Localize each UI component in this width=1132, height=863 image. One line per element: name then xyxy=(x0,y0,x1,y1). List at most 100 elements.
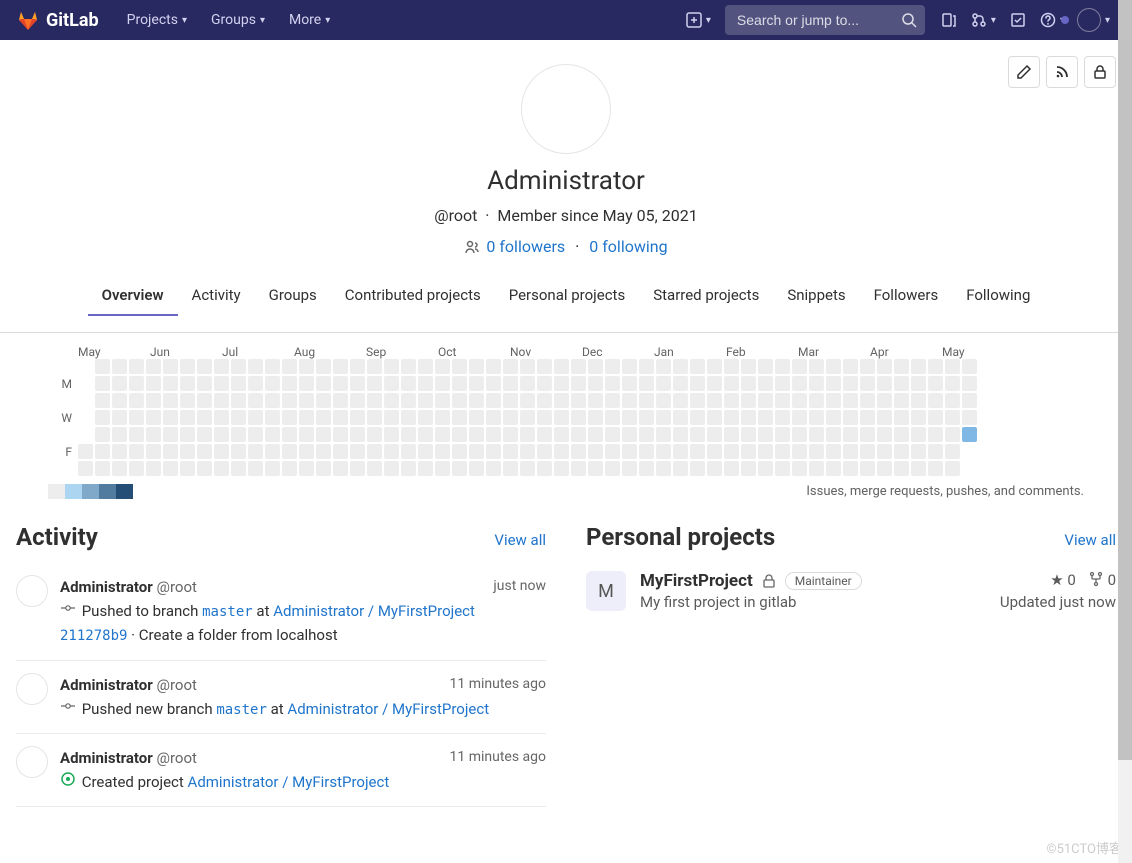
calendar-cell[interactable] xyxy=(877,444,892,459)
calendar-cell[interactable] xyxy=(146,444,161,459)
calendar-cell[interactable] xyxy=(469,393,484,408)
calendar-cell[interactable] xyxy=(146,461,161,476)
calendar-cell[interactable] xyxy=(860,376,875,391)
calendar-cell[interactable] xyxy=(707,444,722,459)
calendar-cell[interactable] xyxy=(316,410,331,425)
calendar-cell[interactable] xyxy=(945,410,960,425)
calendar-cell[interactable] xyxy=(860,427,875,442)
calendar-cell[interactable] xyxy=(707,376,722,391)
calendar-cell[interactable] xyxy=(231,410,246,425)
calendar-cell[interactable] xyxy=(792,444,807,459)
calendar-cell[interactable] xyxy=(180,461,195,476)
calendar-cell[interactable] xyxy=(758,376,773,391)
calendar-cell[interactable] xyxy=(571,427,586,442)
calendar-cell[interactable] xyxy=(469,427,484,442)
calendar-cell[interactable] xyxy=(775,444,790,459)
calendar-cell[interactable] xyxy=(894,393,909,408)
calendar-cell[interactable] xyxy=(452,461,467,476)
calendar-cell[interactable] xyxy=(333,427,348,442)
calendar-cell[interactable] xyxy=(520,461,535,476)
calendar-cell[interactable] xyxy=(673,427,688,442)
calendar-cell[interactable] xyxy=(163,427,178,442)
calendar-cell[interactable] xyxy=(418,359,433,374)
calendar-cell[interactable] xyxy=(571,359,586,374)
calendar-cell[interactable] xyxy=(129,427,144,442)
calendar-cell[interactable] xyxy=(928,376,943,391)
nav-user-menu[interactable]: ▾ xyxy=(1071,8,1116,32)
calendar-cell[interactable] xyxy=(503,410,518,425)
calendar-cell[interactable] xyxy=(78,410,93,425)
calendar-cell[interactable] xyxy=(95,461,110,476)
calendar-cell[interactable] xyxy=(690,376,705,391)
calendar-cell[interactable] xyxy=(962,427,977,442)
calendar-cell[interactable] xyxy=(724,410,739,425)
calendar-cell[interactable] xyxy=(299,444,314,459)
scrollbar-thumb[interactable] xyxy=(1118,0,1132,760)
calendar-cell[interactable] xyxy=(809,410,824,425)
calendar-cell[interactable] xyxy=(843,461,858,476)
calendar-cell[interactable] xyxy=(741,427,756,442)
calendar-cell[interactable] xyxy=(554,444,569,459)
calendar-cell[interactable] xyxy=(656,444,671,459)
calendar-cell[interactable] xyxy=(469,376,484,391)
calendar-cell[interactable] xyxy=(962,376,977,391)
calendar-cell[interactable] xyxy=(520,410,535,425)
calendar-cell[interactable] xyxy=(316,427,331,442)
calendar-cell[interactable] xyxy=(265,393,280,408)
calendar-cell[interactable] xyxy=(690,359,705,374)
calendar-cell[interactable] xyxy=(520,393,535,408)
calendar-cell[interactable] xyxy=(605,376,620,391)
calendar-cell[interactable] xyxy=(622,427,637,442)
calendar-cell[interactable] xyxy=(775,461,790,476)
calendar-cell[interactable] xyxy=(282,410,297,425)
calendar-cell[interactable] xyxy=(231,444,246,459)
calendar-cell[interactable] xyxy=(945,393,960,408)
calendar-cell[interactable] xyxy=(129,393,144,408)
calendar-cell[interactable] xyxy=(673,359,688,374)
tab-starred-projects[interactable]: Starred projects xyxy=(639,276,773,316)
calendar-cell[interactable] xyxy=(129,359,144,374)
calendar-cell[interactable] xyxy=(452,376,467,391)
calendar-cell[interactable] xyxy=(758,393,773,408)
calendar-cell[interactable] xyxy=(486,444,501,459)
calendar-cell[interactable] xyxy=(146,427,161,442)
calendar-cell[interactable] xyxy=(418,444,433,459)
calendar-cell[interactable] xyxy=(809,359,824,374)
calendar-cell[interactable] xyxy=(605,359,620,374)
calendar-cell[interactable] xyxy=(554,461,569,476)
calendar-cell[interactable] xyxy=(435,427,450,442)
calendar-cell[interactable] xyxy=(163,393,178,408)
calendar-cell[interactable] xyxy=(333,461,348,476)
calendar-cell[interactable] xyxy=(928,410,943,425)
calendar-cell[interactable] xyxy=(877,376,892,391)
calendar-cell[interactable] xyxy=(724,393,739,408)
calendar-cell[interactable] xyxy=(265,427,280,442)
calendar-cell[interactable] xyxy=(843,427,858,442)
calendar-cell[interactable] xyxy=(860,359,875,374)
branch-link[interactable]: master xyxy=(202,604,253,620)
calendar-cell[interactable] xyxy=(265,359,280,374)
calendar-cell[interactable] xyxy=(724,444,739,459)
calendar-cell[interactable] xyxy=(214,444,229,459)
calendar-cell[interactable] xyxy=(588,461,603,476)
calendar-cell[interactable] xyxy=(401,410,416,425)
calendar-cell[interactable] xyxy=(435,393,450,408)
project-link[interactable]: Administrator / MyFirstProject xyxy=(273,602,475,620)
calendar-cell[interactable] xyxy=(520,376,535,391)
calendar-cell[interactable] xyxy=(537,427,552,442)
calendar-cell[interactable] xyxy=(78,427,93,442)
calendar-cell[interactable] xyxy=(503,376,518,391)
calendar-cell[interactable] xyxy=(877,461,892,476)
calendar-cell[interactable] xyxy=(537,461,552,476)
calendar-cell[interactable] xyxy=(537,444,552,459)
calendar-cell[interactable] xyxy=(197,410,212,425)
calendar-cell[interactable] xyxy=(316,376,331,391)
calendar-cell[interactable] xyxy=(333,393,348,408)
calendar-cell[interactable] xyxy=(928,444,943,459)
calendar-cell[interactable] xyxy=(197,427,212,442)
calendar-cell[interactable] xyxy=(282,359,297,374)
calendar-cell[interactable] xyxy=(469,410,484,425)
calendar-cell[interactable] xyxy=(826,393,841,408)
calendar-cell[interactable] xyxy=(367,359,382,374)
calendar-cell[interactable] xyxy=(928,427,943,442)
